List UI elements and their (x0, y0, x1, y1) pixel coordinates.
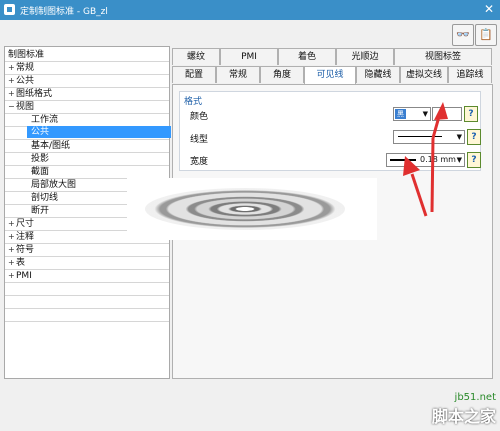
tab-general[interactable]: 常规 (216, 66, 260, 83)
title-bar: 定制制图标准 - GB_zl ✕ (0, 0, 500, 20)
color-swatch: 黑 (395, 109, 406, 119)
help-icon[interactable]: ? (464, 106, 478, 122)
tree-item-view[interactable]: −视图 (8, 101, 34, 113)
tree-item-label: 视图 (16, 102, 35, 112)
width-value: 0.18 mm (420, 155, 456, 164)
tree-item-label: 符号 (16, 245, 35, 255)
expand-icon[interactable]: + (8, 257, 16, 269)
tree-item-label: 尺寸 (16, 219, 35, 229)
tab-angle[interactable]: 角度 (260, 66, 304, 83)
linetype-dropdown[interactable]: ▼ (393, 130, 465, 144)
tab-thread[interactable]: 螺纹 (172, 48, 220, 65)
watermark: jb51.net 脚本之家 (404, 392, 496, 426)
tab-visible-lines[interactable]: 可见线 (304, 66, 356, 84)
tree-child-section-line[interactable]: 剖切线 (31, 192, 58, 204)
chevron-down-icon: ▼ (456, 133, 462, 141)
tab-view-label[interactable]: 视图标签 (394, 48, 492, 65)
watermark-name: 脚本之家 (431, 407, 496, 426)
color-label: 颜色 (190, 112, 209, 122)
tab-virtual-intersection[interactable]: 虚拟交线 (400, 66, 448, 83)
tree-item-label: 公共 (16, 76, 35, 86)
solid-line-sample (398, 136, 442, 137)
format-group: 格式 颜色 黑 ▼ ? 线型 ▼ ? 宽度 0.18 mm ▼ ? (179, 91, 481, 171)
expand-icon[interactable]: + (8, 88, 16, 100)
color-picker-box[interactable] (432, 107, 462, 121)
tree-item-symbol[interactable]: +符号 (8, 244, 34, 256)
format-group-title: 格式 (184, 97, 203, 107)
blur-overlay (127, 178, 377, 240)
tree-item-dimension[interactable]: +尺寸 (8, 218, 34, 230)
tree-item-sheet-format[interactable]: +图纸格式 (8, 88, 52, 100)
tree-child-detail[interactable]: 局部放大图 (31, 179, 76, 191)
tree-item-table[interactable]: +表 (8, 257, 25, 269)
color-dropdown[interactable]: 黑 ▼ (393, 107, 431, 121)
tab-pmi[interactable]: PMI (220, 48, 278, 65)
tree-root[interactable]: 制图标准 (8, 49, 44, 61)
tree-child-base-drawing[interactable]: 基本/图纸 (31, 140, 70, 152)
tree-child-break[interactable]: 断开 (31, 205, 49, 217)
collapse-icon[interactable]: − (8, 101, 16, 113)
tree-item-general[interactable]: +常规 (8, 62, 34, 74)
tree-item-pmi[interactable]: +PMI (8, 270, 32, 282)
tab-smooth-edges[interactable]: 光顺边 (336, 48, 394, 65)
help-icon[interactable]: ? (467, 152, 481, 168)
tree-item-common[interactable]: +公共 (8, 75, 34, 87)
width-label: 宽度 (190, 157, 209, 167)
expand-icon[interactable]: + (8, 231, 16, 243)
expand-icon[interactable]: + (8, 244, 16, 256)
tree-item-label: PMI (16, 271, 32, 281)
view-glasses-icon[interactable]: 👓 (452, 24, 474, 46)
expand-icon[interactable]: + (8, 75, 16, 87)
tree-item-label: 表 (16, 258, 26, 268)
expand-icon[interactable]: + (8, 218, 16, 230)
tree-child-workflow[interactable]: 工作流 (31, 114, 58, 126)
watermark-url: jb51.net (454, 392, 496, 403)
help-icon[interactable]: ? (467, 129, 481, 145)
tree-child-common-selected[interactable]: 公共 (27, 126, 171, 138)
width-line-sample (390, 159, 416, 161)
width-dropdown[interactable]: 0.18 mm ▼ (386, 153, 465, 167)
tree-item-annotation[interactable]: +注释 (8, 231, 34, 243)
tab-hidden-lines[interactable]: 隐藏线 (356, 66, 400, 83)
blur-pattern (145, 188, 345, 230)
tree-item-label: 图纸格式 (16, 89, 53, 99)
tree-child-projection[interactable]: 投影 (31, 153, 49, 165)
expand-icon[interactable]: + (8, 270, 16, 282)
chevron-down-icon: ▼ (422, 110, 428, 118)
tree-child-section[interactable]: 截面 (31, 166, 49, 178)
close-icon[interactable]: ✕ (484, 2, 494, 16)
app-icon (4, 4, 15, 15)
tab-configuration[interactable]: 配置 (172, 66, 216, 83)
tab-shading[interactable]: 着色 (278, 48, 336, 65)
linetype-label: 线型 (190, 135, 209, 145)
tab-trace-lines[interactable]: 追踪线 (448, 66, 492, 83)
expand-icon[interactable]: + (8, 62, 16, 74)
tree-item-label: 常规 (16, 63, 35, 73)
document-list-icon[interactable]: 📋 (475, 24, 497, 46)
chevron-down-icon: ▼ (456, 156, 462, 164)
tree-item-label: 注释 (16, 232, 35, 242)
window-title: 定制制图标准 - GB_zl (20, 7, 108, 17)
